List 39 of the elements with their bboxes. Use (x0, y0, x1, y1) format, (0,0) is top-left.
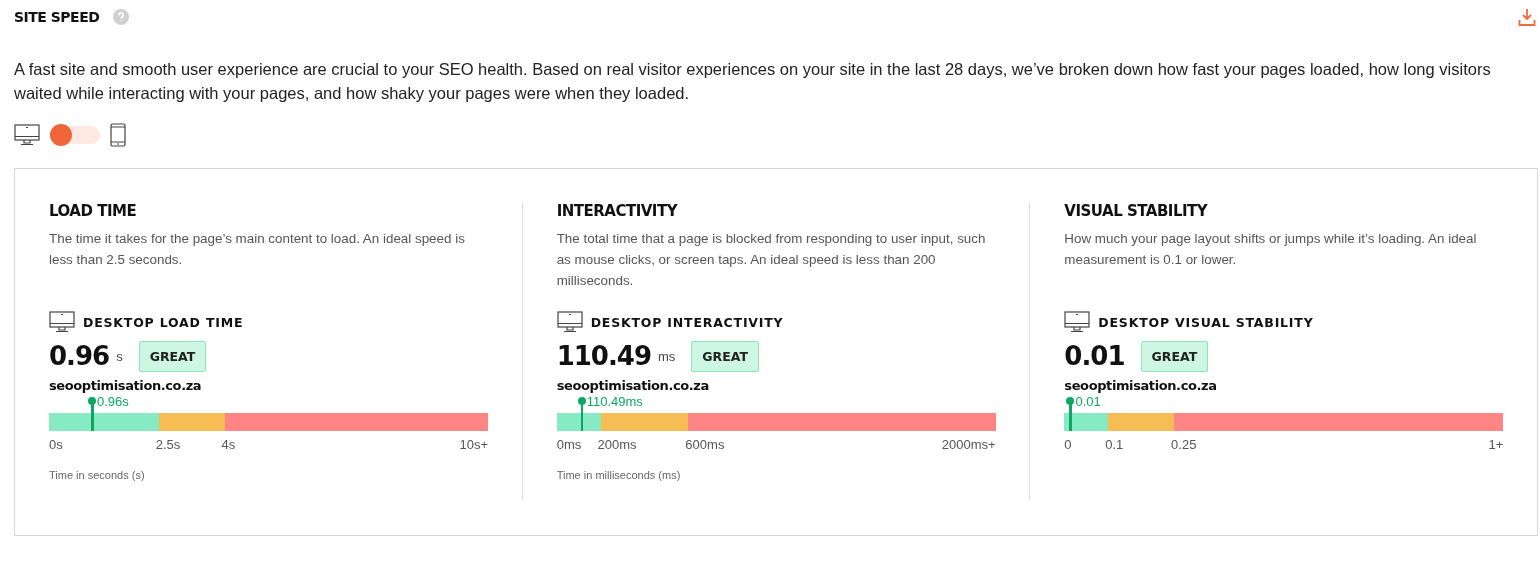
metric-description: The total time that a page is blocked from responding to user input, such as mouse clicks, or screen taps. An ideal speed is less than 200 milliseconds. (556, 230, 987, 290)
axis-tick-label: 600ms (685, 437, 725, 452)
axis-note: Time in seconds (s) (49, 469, 146, 481)
metric-title: INTERACTIVITY (556, 202, 679, 220)
marker-label: 110.49ms (586, 394, 643, 409)
axis-tick-label: 1+ (1488, 437, 1504, 452)
axis-tick-label: 0 (1064, 437, 1072, 452)
device-metric-label: DESKTOP VISUAL STABILITY (1098, 314, 1314, 330)
axis-tick-label: 0s (49, 437, 63, 452)
metric-description: How much your page layout shifts or jumps while it’s loading. An ideal measurement is 0.1 or lower. (1064, 230, 1478, 269)
device-metric-label: DESKTOP INTERACTIVITY (590, 314, 784, 330)
axis-tick-label: 0.25 (1171, 437, 1197, 452)
site-domain: seooptimisation.co.za (1064, 378, 1218, 393)
metric-unit: s (116, 348, 123, 364)
metric-unit: ms (658, 348, 676, 364)
axis-tick-label: 2000ms+ (941, 437, 996, 452)
rating-badge: GREAT (1140, 340, 1209, 372)
section-title: SITE SPEED (14, 9, 100, 25)
axis-tick-label: 0ms (556, 437, 582, 452)
metric-value: 110.49 (556, 341, 651, 371)
site-domain: seooptimisation.co.za (49, 378, 203, 393)
marker-label: 0.96s (97, 394, 129, 409)
metric-value: 0.96 (49, 341, 110, 371)
axis-tick-label: 0.1 (1105, 437, 1124, 452)
intro-paragraph: A fast site and smooth user experience are crucial to your SEO health. Based on real visitor experiences on your site in the last 28 days, we’ve broken down how fast your pages loaded, how long visitors waited while interacting with your pages, and how shaky your pages were when they loaded. (14, 59, 1492, 104)
axis-note: Time in milliseconds (ms) (556, 469, 682, 481)
metric-value: 0.01 (1064, 341, 1125, 371)
rating-badge: GREAT (138, 340, 207, 372)
axis-tick-label: 200ms (597, 437, 637, 452)
metric-description: The time it takes for the page’s main content to load. An ideal speed is less than 2.5 seconds. (49, 230, 466, 269)
metric-title: LOAD TIME (49, 202, 138, 220)
axis-tick-label: 2.5s (155, 437, 181, 452)
device-metric-label: DESKTOP LOAD TIME (83, 314, 244, 330)
rating-badge: GREAT (691, 340, 759, 372)
site-domain: seooptimisation.co.za (556, 378, 710, 393)
marker-label: 0.01 (1075, 394, 1101, 409)
axis-tick-label: 10s+ (459, 437, 488, 452)
metric-title: VISUAL STABILITY (1064, 202, 1209, 220)
axis-tick-label: 4s (221, 437, 236, 452)
